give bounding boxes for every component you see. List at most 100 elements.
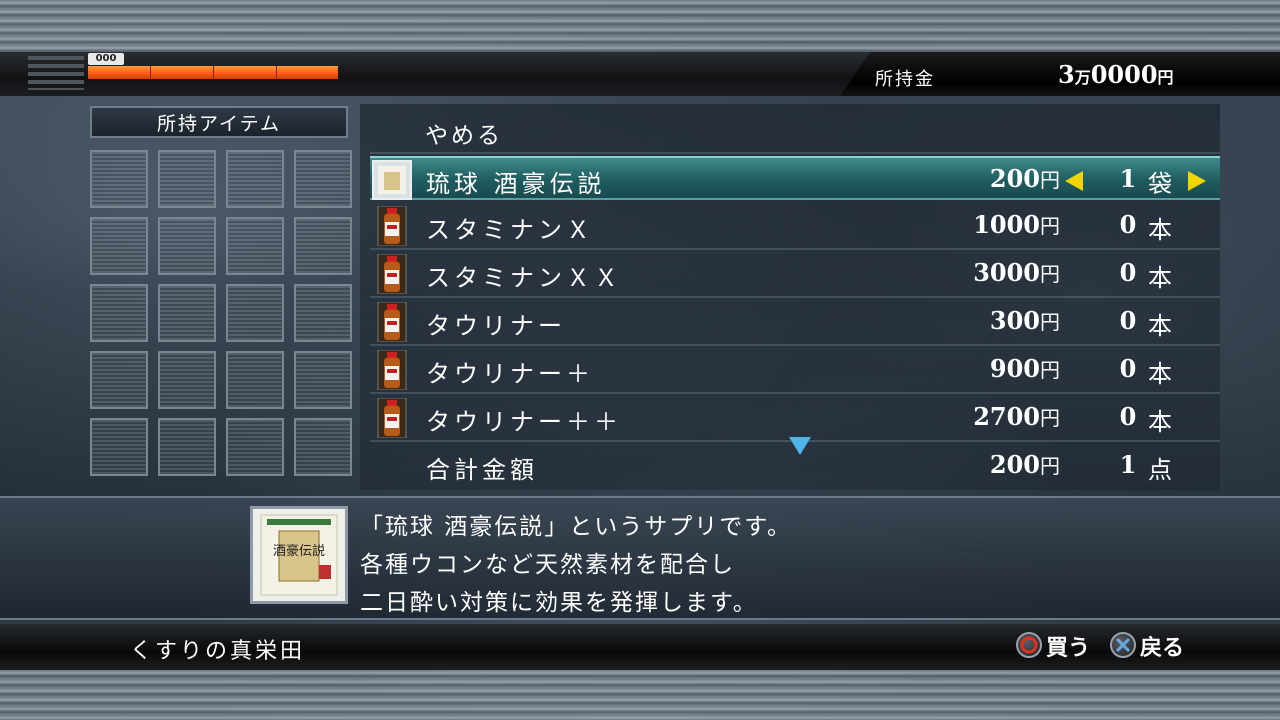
total-qty: 1 (1119, 450, 1137, 479)
item-quantity: 1 (1119, 164, 1137, 193)
decrease-quantity-arrow-icon[interactable] (1065, 171, 1083, 191)
bottle-icon (372, 349, 412, 391)
cross-button-icon (1110, 632, 1136, 658)
total-row: 合計金額 200円 1 点 (370, 444, 1220, 488)
item-unit: 本 (1148, 360, 1172, 388)
cancel-option[interactable]: やめる (425, 116, 503, 150)
item-name: タウリナー＋ (426, 360, 594, 388)
item-description: 「琉球 酒豪伝説」というサプリです。 各種ウコンなど天然素材を配合し 二日酔い対… (360, 508, 792, 622)
inventory-slot[interactable] (294, 284, 352, 342)
inventory-slot[interactable] (294, 217, 352, 275)
inventory-slot[interactable] (90, 150, 148, 208)
item-yen: 円 (1040, 406, 1060, 430)
item-yen: 円 (1040, 214, 1060, 238)
shop-name: くすりの真栄田 (130, 639, 306, 664)
inventory-slot[interactable] (158, 418, 216, 476)
inventory-slot[interactable] (294, 418, 352, 476)
bottle-icon (372, 301, 412, 343)
item-price: 900円 (990, 354, 1060, 383)
item-quantity: 0 (1119, 306, 1137, 335)
item-name: スタミナンＸ (426, 216, 594, 244)
total-price: 200円 (990, 450, 1060, 479)
shop-item-row[interactable]: タウリナー＋＋ 2700円 0 本 (370, 396, 1220, 442)
game-shop-screen: 000 所持金 3万0000円 所持アイテム やめる 琉球 酒豪伝説 200円 1 袋… (0, 0, 1280, 720)
item-price-value: 1000 (973, 210, 1040, 239)
item-price-value: 200 (989, 164, 1040, 193)
health-bar-tick (213, 66, 214, 79)
item-name: タウリナー (426, 312, 566, 340)
inventory-slot[interactable] (294, 150, 352, 208)
money-unit: 円 (1157, 68, 1174, 87)
bottle-icon (372, 397, 412, 439)
inventory-slot[interactable] (90, 284, 148, 342)
item-yen: 円 (1040, 262, 1060, 286)
item-unit: 本 (1148, 312, 1172, 340)
item-price-value: 3000 (973, 258, 1040, 287)
shop-item-row[interactable]: スタミナンＸＸ 3000円 0 本 (370, 252, 1220, 298)
item-quantity: 0 (1119, 210, 1137, 239)
bottle-icon (372, 205, 412, 247)
item-price: 1000円 (973, 210, 1060, 239)
inventory-slot[interactable] (226, 284, 284, 342)
bottom-decor-stripes (0, 670, 1280, 720)
item-name: 琉球 酒豪伝説 (426, 170, 606, 198)
item-yen: 円 (1040, 310, 1060, 334)
inventory-slot[interactable] (158, 284, 216, 342)
description-line: 各種ウコンなど天然素材を配合し (360, 552, 735, 578)
item-yen: 円 (1040, 358, 1060, 382)
thumb-label: 酒豪伝説 (273, 543, 325, 559)
inventory-slot[interactable] (294, 351, 352, 409)
inventory-slot[interactable] (226, 351, 284, 409)
money-rest: 0000 (1090, 60, 1158, 89)
health-gauge-decor (28, 56, 84, 90)
item-price-value: 300 (989, 306, 1040, 335)
inventory-slot[interactable] (90, 351, 148, 409)
total-label: 合計金額 (426, 456, 538, 484)
inventory-slot[interactable] (226, 418, 284, 476)
item-thumbnail: 酒豪伝説 (250, 506, 348, 604)
shop-item-row[interactable]: タウリナー＋ 900円 0 本 (370, 348, 1220, 394)
item-unit: 袋 (1148, 170, 1172, 198)
inventory-slot[interactable] (226, 150, 284, 208)
description-line: 「琉球 酒豪伝説」というサプリです。 (360, 514, 793, 540)
money-man-unit: 万 (1074, 68, 1091, 87)
total-yen: 円 (1040, 454, 1060, 478)
shop-item-row[interactable]: タウリナー 300円 0 本 (370, 300, 1220, 346)
inventory-slot[interactable] (90, 217, 148, 275)
item-price-value: 2700 (973, 402, 1040, 431)
sachet-icon (372, 160, 412, 200)
money-label: 所持金 (875, 69, 935, 90)
money-man: 3 (1058, 60, 1075, 89)
total-price-value: 200 (989, 450, 1040, 479)
bottle-icon (372, 253, 412, 295)
money-value: 3万0000円 (1058, 60, 1174, 89)
health-bar-tick (150, 66, 151, 79)
item-price: 200円 (990, 164, 1060, 193)
item-unit: 本 (1148, 408, 1172, 436)
increase-quantity-arrow-icon[interactable] (1188, 171, 1206, 191)
item-price: 3000円 (973, 258, 1060, 287)
item-quantity: 0 (1119, 258, 1137, 287)
item-price-value: 900 (989, 354, 1040, 383)
buy-label: 買う (1046, 635, 1091, 661)
back-label: 戻る (1140, 635, 1185, 661)
shop-item-row[interactable]: スタミナンＸ 1000円 0 本 (370, 204, 1220, 250)
description-line: 二日酔い対策に効果を発揮します。 (360, 590, 758, 616)
inventory-title: 所持アイテム (90, 106, 348, 138)
inventory-slot[interactable] (158, 150, 216, 208)
inventory-slot[interactable] (226, 217, 284, 275)
inventory-slot[interactable] (158, 351, 216, 409)
top-decor-stripes (0, 0, 1280, 52)
total-unit: 点 (1148, 456, 1172, 484)
inventory-slot[interactable] (158, 217, 216, 275)
item-quantity: 0 (1119, 354, 1137, 383)
item-unit: 本 (1148, 264, 1172, 292)
item-price: 300円 (990, 306, 1060, 335)
inventory-slot[interactable] (90, 418, 148, 476)
health-bar-tick (276, 66, 277, 79)
item-name: スタミナンＸＸ (426, 264, 622, 292)
item-quantity: 0 (1119, 402, 1137, 431)
shop-item-row[interactable]: 琉球 酒豪伝説 200円 1 袋 (370, 156, 1220, 200)
sachet-icon: 酒豪伝説 (260, 514, 338, 596)
circle-button-icon (1016, 632, 1042, 658)
